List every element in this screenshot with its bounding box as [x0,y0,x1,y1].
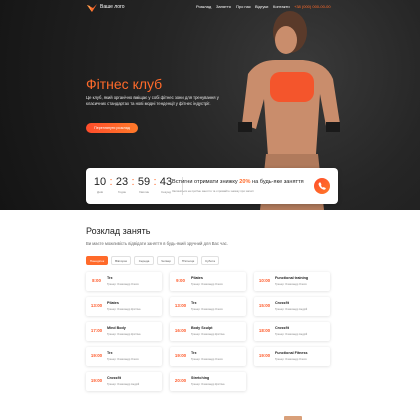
timer-days: 10 [93,176,107,188]
promo-title-before: Встигни отримати знижку [172,179,238,185]
class-name: Trx [107,351,113,355]
class-time: 15:00 [258,303,271,308]
schedule-card[interactable]: 15:00 Crossfit Тренер: Олександр Андрій [254,297,330,316]
class-time: 13:00 [90,303,103,308]
class-time: 17:00 [90,328,103,333]
class-coach: Тренер: Олександр Крістіна [191,383,225,386]
class-coach: Тренер: Олександр Олеся [191,308,223,311]
class-coach: Тренер: Олександр Олеся [191,358,223,361]
nav-item-about[interactable]: Про нас [236,4,251,9]
timer-minutes-label: Хвилин [138,190,150,194]
class-name: Trx [107,276,113,280]
class-name: Pilates [107,301,119,305]
class-time: 18:00 [258,328,271,333]
schedule-title: Розклад занять [86,226,151,236]
schedule-card[interactable]: 18:00 Crossfit Тренер: Олександр Андрій [254,322,330,341]
nav-item-classes[interactable]: Заняття [216,4,231,9]
timer-hours-label: Годин [117,190,127,194]
site-header: Ваше лого Розклад Заняття Про нас Відгук… [0,0,420,16]
tab-saturday[interactable]: Субота [201,256,219,265]
class-name: Pilates [191,276,203,280]
timer-days-label: Днів [97,190,103,194]
class-name: Functional Fitness [275,351,308,355]
class-coach: Тренер: Олександр Андрій [107,383,140,386]
class-name: Mind Body [107,326,126,330]
class-name: Functional training [275,276,309,280]
class-coach: Тренер: Олександр Андрій [275,308,308,311]
tab-friday[interactable]: П'ятниця [178,256,198,265]
class-name: Trx [191,301,197,305]
phone-icon [318,182,326,190]
tab-wednesday[interactable]: Середа [134,256,154,265]
schedule-card[interactable]: 8:00 Trx Тренер: Олександр Олеся [86,272,162,291]
timer-minutes: 59 [137,176,151,188]
promo-subtitle: Залишіться на пробне заняття та отримайт… [172,189,254,193]
call-button[interactable] [314,178,330,194]
class-time: 19:00 [90,378,103,383]
schedule-card[interactable]: 13:00 Pilates Тренер: Олександр Крістіна [86,297,162,316]
class-name: Trx [191,351,197,355]
schedule-card[interactable]: 19:00 Trx Тренер: Олександр Олеся [170,347,246,366]
class-time: 20:00 [174,378,187,383]
class-time: 19:00 [90,353,103,358]
class-coach: Тренер: Олександр Олеся [275,358,307,361]
class-name: Crossfit [275,326,289,330]
schedule-subtitle: Ви маєте можливість відвідати заняття в … [86,241,228,246]
schedule-card[interactable]: 19:00 Crossfit Тренер: Олександр Андрій [86,372,162,391]
logo-text[interactable]: Ваше лого [100,4,125,10]
timer-hours: 23 [115,176,129,188]
class-name: Crossfit [107,376,121,380]
logo-icon[interactable] [86,3,98,13]
tab-thursday[interactable]: Четвер [157,256,175,265]
class-time: 19:00 [174,353,187,358]
promo-discount: 20% [239,179,251,185]
promo-title: Встигни отримати знижку 20% на будь-яке … [172,179,304,185]
class-name: Body Sculpt [191,326,213,330]
schedule-card[interactable]: 19:00 Trx Тренер: Олександр Олеся [86,347,162,366]
class-coach: Тренер: Олександр Крістіна [191,333,225,336]
hero-title: Фітнес клуб [86,76,163,92]
hero-description: Це клуб, який органічно вміщає у собі фі… [86,95,219,106]
tab-tuesday[interactable]: Вівторок [111,256,131,265]
promo-title-after: на будь-яке заняття [252,179,304,185]
class-coach: Тренер: Олександр Олеся [191,283,223,286]
schedule-card[interactable]: 19:00 Functional Fitness Тренер: Олександр… [254,347,330,366]
class-time: 9:00 [176,278,185,283]
class-time: 8:00 [92,278,101,283]
class-coach: Тренер: Олександр Олеся [107,283,139,286]
class-coach: Тренер: Олександр Крістіна [107,333,141,336]
nav-item-reviews[interactable]: Відгуки [255,4,268,9]
schedule-card[interactable]: 16:00 Body Sculpt Тренер: Олександр Крісті… [170,322,246,341]
nav-item-contacts[interactable]: Контакти [273,4,290,9]
view-schedule-button[interactable]: Переглянути розклад [86,123,138,133]
class-time: 10:00 [258,278,271,283]
schedule-card[interactable]: 9:00 Pilates Тренер: Олександр Олеся [170,272,246,291]
class-coach: Тренер: Олександр Крістіна [107,308,141,311]
class-name: Crossfit [275,301,289,305]
promo-card: 10 Днів : 23 Годин : 59 Хвилин : 43 Секу… [86,168,338,204]
nav-item-schedule[interactable]: Розклад [196,4,211,9]
header-phone[interactable]: +38 (000) 000-00-00 [294,4,331,9]
class-name: Stretching [191,376,210,380]
schedule-card[interactable]: 13:00 Trx Тренер: Олександр Олеся [170,297,246,316]
hero-section: Ваше лого Розклад Заняття Про нас Відгук… [0,0,420,210]
class-coach: Тренер: Олександр Андрій [275,333,308,336]
class-coach: Тренер: Олександр Олеся [107,358,139,361]
schedule-card[interactable]: 10:00 Functional training Тренер: Олександ… [254,272,330,291]
class-time: 16:00 [174,328,187,333]
class-time: 13:00 [174,303,187,308]
schedule-card[interactable]: 17:00 Mind Body Тренер: Олександр Крістіна [86,322,162,341]
schedule-card[interactable]: 20:00 Stretching Тренер: Олександр Крістін… [170,372,246,391]
footer-image-edge [284,416,302,420]
class-coach: Тренер: Олександр Олеся [275,283,307,286]
class-time: 19:00 [258,353,271,358]
tab-monday[interactable]: Понеділок [86,256,108,265]
